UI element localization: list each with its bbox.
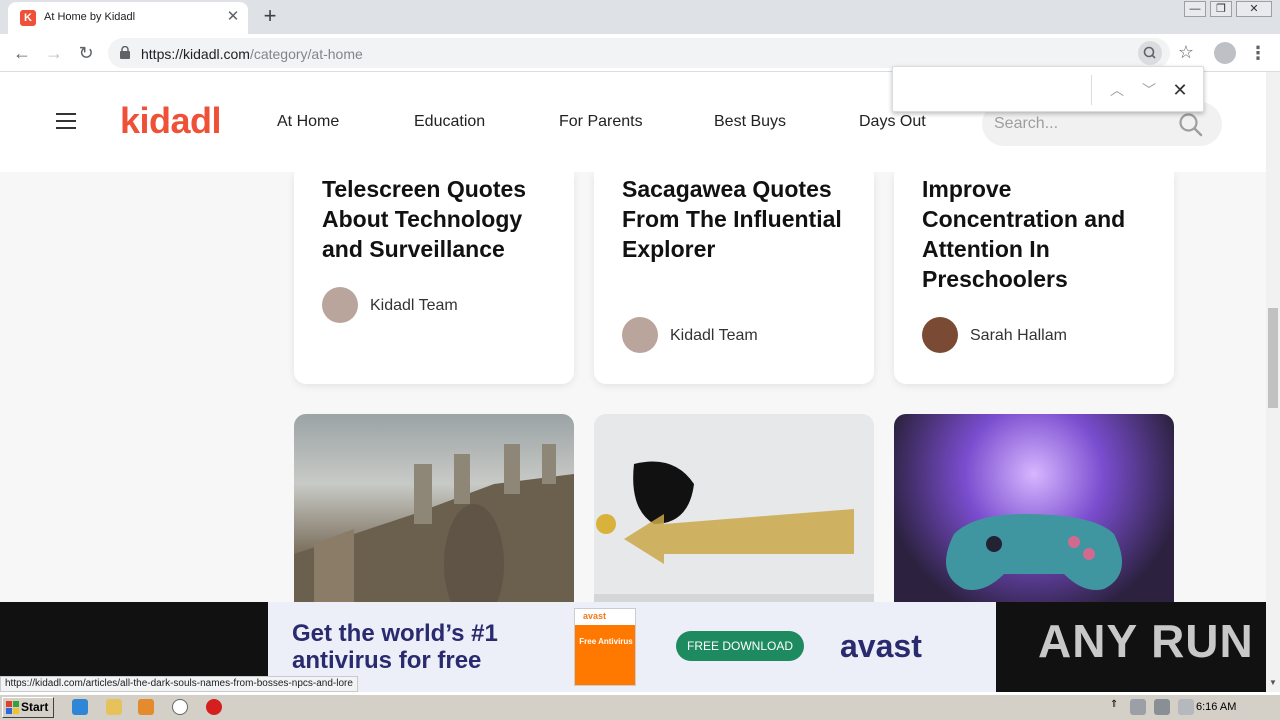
new-tab-button[interactable]: +: [258, 5, 282, 29]
browser-tab[interactable]: K At Home by Kidadl ✕: [8, 2, 248, 34]
avast-logo-text: avast: [840, 628, 922, 664]
anyrun-watermark: ANY RUN: [1038, 615, 1254, 667]
find-in-page-icon[interactable]: [1138, 41, 1162, 65]
article-card[interactable]: Sacagawea Quotes From The Influential Ex…: [594, 172, 874, 384]
internet-explorer-icon[interactable]: [72, 699, 88, 715]
author-name[interactable]: Sarah Hallam: [970, 327, 1067, 345]
nav-for-parents[interactable]: For Parents: [559, 113, 643, 131]
lock-icon: [120, 46, 130, 59]
avast-product-box: avast Free Antivirus: [574, 608, 636, 686]
find-input[interactable]: [901, 75, 1089, 105]
folder-icon[interactable]: [106, 699, 122, 715]
url-path: /category/at-home: [249, 46, 363, 62]
status-bar-url: https://kidadl.com/articles/all-the-dark…: [0, 676, 358, 692]
tray-expand-icon[interactable]: ⇑: [1110, 699, 1120, 715]
url-host: https://kidadl.com: [141, 46, 250, 62]
window-minimize-button[interactable]: —: [1184, 1, 1206, 17]
site-search-input[interactable]: Search...: [994, 115, 1058, 133]
author-name[interactable]: Kidadl Team: [670, 327, 758, 345]
box-label: Free Antivirus: [579, 637, 633, 646]
media-player-icon[interactable]: [138, 699, 154, 715]
maximize-icon: ❐: [1216, 3, 1226, 15]
find-previous-icon[interactable]: ︿: [1105, 78, 1129, 102]
nav-at-home[interactable]: At Home: [277, 113, 339, 131]
start-button[interactable]: Start: [2, 697, 54, 718]
kidadl-favicon-icon: K: [20, 10, 36, 26]
window-close-button[interactable]: ✕: [1236, 1, 1272, 17]
reload-icon[interactable]: ↻: [74, 41, 98, 65]
minimize-icon: —: [1189, 3, 1201, 15]
window-maximize-button[interactable]: ❐: [1210, 1, 1232, 17]
gamepad-illustration: [946, 514, 1122, 590]
kidadl-logo[interactable]: kidadl: [120, 100, 222, 142]
opera-icon[interactable]: [206, 699, 222, 715]
profile-avatar-icon[interactable]: [1214, 42, 1236, 64]
back-arrow-icon[interactable]: ←: [10, 41, 34, 65]
article-card[interactable]: Telescreen Quotes About Technology and S…: [294, 172, 574, 384]
url-text: https://kidadl.com/category/at-home: [141, 46, 363, 62]
chrome-menu-icon[interactable]: ⋮: [1248, 41, 1268, 65]
author-avatar: [322, 287, 358, 323]
search-icon[interactable]: [1178, 112, 1204, 138]
box-brand: avast: [583, 611, 607, 621]
avast-logo: avast: [840, 628, 922, 665]
tab-close-icon[interactable]: ✕: [224, 8, 242, 26]
ad-headline: Get the world’s #1 antivirus for free: [292, 620, 498, 674]
article-image-gamepad[interactable]: [894, 414, 1174, 614]
volume-icon[interactable]: [1130, 699, 1146, 715]
nav-days-out[interactable]: Days Out: [859, 113, 926, 131]
close-icon: ✕: [1249, 3, 1259, 15]
nav-education[interactable]: Education: [414, 113, 485, 131]
windows-logo-icon: [6, 701, 19, 714]
page-scrollbar[interactable]: ▼: [1266, 72, 1280, 692]
avast-ad-banner[interactable]: Get the world’s #1 antivirus for free av…: [268, 602, 996, 692]
chrome-icon[interactable]: [172, 699, 188, 715]
start-label: Start: [21, 700, 49, 714]
find-next-icon[interactable]: ﹀: [1137, 78, 1161, 102]
windows-taskbar: Start ⇑ 6:16 AM: [0, 694, 1280, 720]
article-title[interactable]: Telescreen Quotes About Technology and S…: [322, 174, 562, 264]
statues-illustration: [294, 444, 574, 614]
web-page: Telescreen Quotes About Technology and S…: [0, 72, 1266, 692]
article-title[interactable]: Improve Concentration and Attention In P…: [922, 174, 1162, 294]
find-in-page-bar: ︿ ﹀ ✕: [892, 66, 1204, 112]
bookmark-star-icon[interactable]: ☆: [1174, 40, 1198, 64]
tab-title: At Home by Kidadl: [44, 11, 136, 23]
find-divider: [1091, 75, 1092, 105]
hamburger-menu-icon[interactable]: [56, 113, 76, 129]
forward-arrow-icon[interactable]: →: [42, 41, 66, 65]
free-download-button[interactable]: FREE DOWNLOAD: [676, 631, 804, 661]
article-card[interactable]: Improve Concentration and Attention In P…: [894, 172, 1174, 384]
author-name[interactable]: Kidadl Team: [370, 297, 458, 315]
author-avatar: [622, 317, 658, 353]
taskbar-clock: 6:16 AM: [1196, 701, 1237, 713]
article-image-rescue[interactable]: [594, 414, 874, 614]
scrollbar-thumb[interactable]: [1268, 308, 1278, 408]
nav-best-buys[interactable]: Best Buys: [714, 113, 786, 131]
author-avatar: [922, 317, 958, 353]
find-close-icon[interactable]: ✕: [1168, 78, 1192, 102]
article-title[interactable]: Sacagawea Quotes From The Influential Ex…: [622, 174, 862, 264]
box-face: [575, 625, 635, 685]
rescue-sign-illustration: [594, 461, 874, 614]
action-center-flag-icon[interactable]: [1178, 699, 1194, 715]
network-icon[interactable]: [1154, 699, 1170, 715]
address-bar[interactable]: https://kidadl.com/category/at-home: [108, 38, 1170, 68]
scroll-down-arrow-icon[interactable]: ▼: [1266, 676, 1280, 690]
article-image-statues[interactable]: [294, 414, 574, 614]
browser-tab-strip: K At Home by Kidadl ✕ + — ❐ ✕: [0, 0, 1280, 34]
